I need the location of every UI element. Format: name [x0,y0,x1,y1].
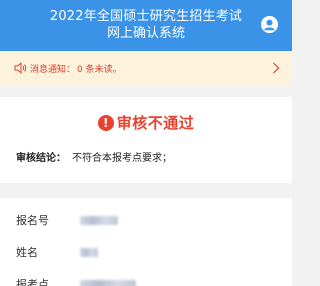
speaker-icon [14,62,28,74]
info-row-name: 姓名 ███ [0,240,292,264]
app-header: 2022年全国硕士研究生招生考试 网上确认系统 [0,0,292,51]
review-result-card: ! 审核不通过 审核结论： 不符合本报考点要求； [0,97,292,183]
chevron-right-icon[interactable] [272,62,280,74]
conclusion-label: 审核结论： [16,153,66,164]
review-status-text: 审核不通过 [116,114,195,132]
conclusion-value: 不符合本报考点要求； [72,153,172,164]
name-label: 姓名 [16,246,38,259]
registration-number-label: 报名号 [16,214,49,227]
user-icon[interactable] [261,16,278,33]
alert-icon: ! [97,114,114,131]
candidate-info-card: 报名号 ███████ 姓名 ███ 报考点 █████████ [0,198,292,286]
header-title-line2: 网上确认系统 [106,26,185,41]
notice-bar[interactable]: 消息通知： 0 条未读。 [0,51,292,85]
review-status: ! 审核不通过 [0,112,292,133]
registration-number-value: ███████ [80,215,118,225]
exam-site-value: █████████ [80,279,136,286]
header-title-line1: 2022年全国硕士研究生招生考试 [49,9,243,24]
exam-site-label: 报考点 [16,278,49,286]
notice-unread-count: 0 条未读。 [77,64,122,75]
name-value: ███ [80,247,98,257]
notice-label: 消息通知： [30,64,76,75]
page: 2022年全国硕士研究生招生考试 网上确认系统 消息通知： 0 条未读。 ! 审… [0,0,292,286]
review-conclusion: 审核结论： 不符合本报考点要求； [16,149,172,164]
info-row-registration-number: 报名号 ███████ [0,208,292,232]
info-row-exam-site: 报考点 █████████ [0,272,292,286]
